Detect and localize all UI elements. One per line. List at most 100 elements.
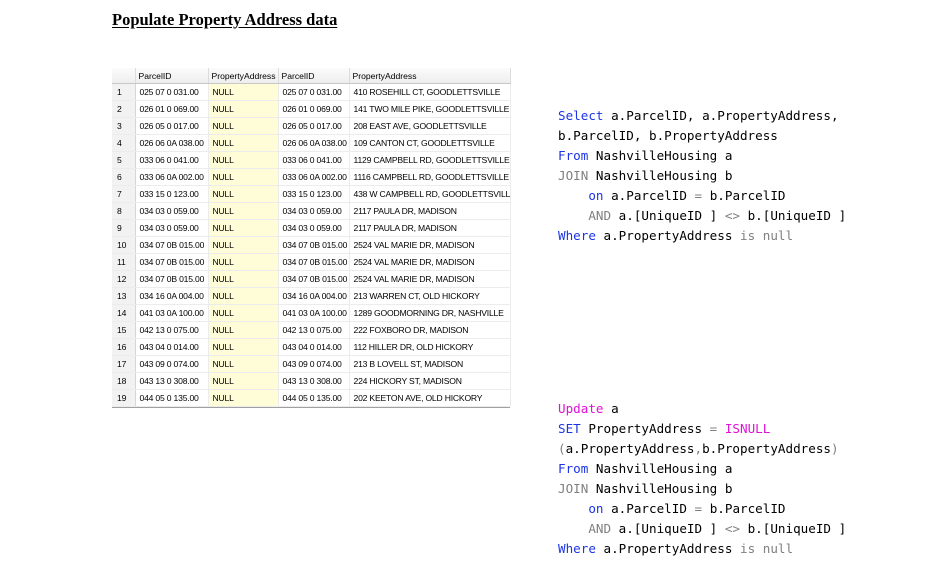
table-row[interactable]: 19 044 05 0 135.00 NULL 044 05 0 135.00 202 … bbox=[112, 389, 511, 407]
parcelid-a-cell[interactable]: 041 03 0A 100.00 bbox=[135, 304, 209, 322]
propertyaddress-a-cell[interactable]: NULL bbox=[208, 100, 279, 118]
table-row[interactable]: 13 034 16 0A 004.00 NULL 034 16 0A 004.00 21… bbox=[112, 287, 511, 305]
parcelid-b-cell[interactable]: 025 07 0 031.00 bbox=[278, 83, 350, 101]
row-number-cell[interactable]: 13 bbox=[112, 287, 136, 305]
table-row[interactable]: 17 043 09 0 074.00 NULL 043 09 0 074.00 213 … bbox=[112, 355, 511, 373]
parcelid-a-cell[interactable]: 042 13 0 075.00 bbox=[135, 321, 209, 339]
propertyaddress-b-cell[interactable]: 213 WARREN CT, OLD HICKORY bbox=[349, 287, 511, 305]
propertyaddress-b-cell[interactable]: 208 EAST AVE, GOODLETTSVILLE bbox=[349, 117, 511, 135]
row-number-cell[interactable]: 16 bbox=[112, 338, 136, 356]
column-header-parcelid-a[interactable]: ParcelID bbox=[135, 68, 209, 84]
row-number-cell[interactable]: 12 bbox=[112, 270, 136, 288]
row-number-cell[interactable]: 15 bbox=[112, 321, 136, 339]
table-row[interactable]: 5 033 06 0 041.00 NULL 033 06 0 041.00 1129 … bbox=[112, 151, 511, 169]
propertyaddress-b-cell[interactable]: 224 HICKORY ST, MADISON bbox=[349, 372, 511, 390]
row-number-cell[interactable]: 5 bbox=[112, 151, 136, 169]
parcelid-a-cell[interactable]: 034 07 0B 015.00 bbox=[135, 270, 209, 288]
parcelid-a-cell[interactable]: 043 13 0 308.00 bbox=[135, 372, 209, 390]
parcelid-a-cell[interactable]: 033 06 0A 002.00 bbox=[135, 168, 209, 186]
propertyaddress-a-cell[interactable]: NULL bbox=[208, 202, 279, 220]
parcelid-b-cell[interactable]: 034 03 0 059.00 bbox=[278, 202, 350, 220]
parcelid-b-cell[interactable]: 034 07 0B 015.00 bbox=[278, 270, 350, 288]
row-number-cell[interactable]: 6 bbox=[112, 168, 136, 186]
parcelid-a-cell[interactable]: 026 05 0 017.00 bbox=[135, 117, 209, 135]
parcelid-a-cell[interactable]: 033 15 0 123.00 bbox=[135, 185, 209, 203]
propertyaddress-b-cell[interactable]: 410 ROSEHILL CT, GOODLETTSVILLE bbox=[349, 83, 511, 101]
table-row[interactable]: 7 033 15 0 123.00 NULL 033 15 0 123.00 438 W… bbox=[112, 185, 511, 203]
propertyaddress-a-cell[interactable]: NULL bbox=[208, 134, 279, 152]
row-number-cell[interactable]: 19 bbox=[112, 389, 136, 407]
propertyaddress-a-cell[interactable]: NULL bbox=[208, 338, 279, 356]
column-header-propertyaddress-a[interactable]: PropertyAddress bbox=[208, 68, 279, 84]
parcelid-b-cell[interactable]: 033 15 0 123.00 bbox=[278, 185, 350, 203]
propertyaddress-b-cell[interactable]: 2117 PAULA DR, MADISON bbox=[349, 202, 511, 220]
propertyaddress-b-cell[interactable]: 213 B LOVELL ST, MADISON bbox=[349, 355, 511, 373]
row-number-cell[interactable]: 3 bbox=[112, 117, 136, 135]
propertyaddress-b-cell[interactable]: 141 TWO MILE PIKE, GOODLETTSVILLE bbox=[349, 100, 511, 118]
parcelid-b-cell[interactable]: 044 05 0 135.00 bbox=[278, 389, 350, 407]
row-number-cell[interactable]: 9 bbox=[112, 219, 136, 237]
row-number-cell[interactable]: 7 bbox=[112, 185, 136, 203]
table-row[interactable]: 3 026 05 0 017.00 NULL 026 05 0 017.00 208 E… bbox=[112, 117, 511, 135]
propertyaddress-b-cell[interactable]: 1129 CAMPBELL RD, GOODLETTSVILLE bbox=[349, 151, 511, 169]
table-row[interactable]: 14 041 03 0A 100.00 NULL 041 03 0A 100.00 12… bbox=[112, 304, 511, 322]
propertyaddress-b-cell[interactable]: 202 KEETON AVE, OLD HICKORY bbox=[349, 389, 511, 407]
propertyaddress-a-cell[interactable]: NULL bbox=[208, 253, 279, 271]
propertyaddress-b-cell[interactable]: 109 CANTON CT, GOODLETTSVILLE bbox=[349, 134, 511, 152]
parcelid-b-cell[interactable]: 034 07 0B 015.00 bbox=[278, 253, 350, 271]
table-row[interactable]: 6 033 06 0A 002.00 NULL 033 06 0A 002.00 111… bbox=[112, 168, 511, 186]
column-header-parcelid-b[interactable]: ParcelID bbox=[278, 68, 350, 84]
propertyaddress-a-cell[interactable]: NULL bbox=[208, 389, 279, 407]
propertyaddress-a-cell[interactable]: NULL bbox=[208, 117, 279, 135]
parcelid-b-cell[interactable]: 043 04 0 014.00 bbox=[278, 338, 350, 356]
parcelid-b-cell[interactable]: 042 13 0 075.00 bbox=[278, 321, 350, 339]
parcelid-a-cell[interactable]: 043 09 0 074.00 bbox=[135, 355, 209, 373]
row-number-cell[interactable]: 2 bbox=[112, 100, 136, 118]
propertyaddress-a-cell[interactable]: NULL bbox=[208, 270, 279, 288]
propertyaddress-b-cell[interactable]: 2117 PAULA DR, MADISON bbox=[349, 219, 511, 237]
propertyaddress-b-cell[interactable]: 438 W CAMPBELL RD, GOODLETTSVILLE bbox=[349, 185, 511, 203]
table-row[interactable]: 18 043 13 0 308.00 NULL 043 13 0 308.00 224 … bbox=[112, 372, 511, 390]
parcelid-a-cell[interactable]: 026 01 0 069.00 bbox=[135, 100, 209, 118]
row-number-cell[interactable]: 11 bbox=[112, 253, 136, 271]
parcelid-b-cell[interactable]: 026 05 0 017.00 bbox=[278, 117, 350, 135]
propertyaddress-b-cell[interactable]: 112 HILLER DR, OLD HICKORY bbox=[349, 338, 511, 356]
table-row[interactable]: 4 026 06 0A 038.00 NULL 026 06 0A 038.00 109… bbox=[112, 134, 511, 152]
parcelid-b-cell[interactable]: 026 06 0A 038.00 bbox=[278, 134, 350, 152]
table-row[interactable]: 2 026 01 0 069.00 NULL 026 01 0 069.00 141 T… bbox=[112, 100, 511, 118]
column-header-propertyaddress-b[interactable]: PropertyAddress bbox=[349, 68, 511, 84]
parcelid-a-cell[interactable]: 034 07 0B 015.00 bbox=[135, 236, 209, 254]
propertyaddress-a-cell[interactable]: NULL bbox=[208, 355, 279, 373]
propertyaddress-b-cell[interactable]: 222 FOXBORO DR, MADISON bbox=[349, 321, 511, 339]
parcelid-a-cell[interactable]: 025 07 0 031.00 bbox=[135, 83, 209, 101]
parcelid-a-cell[interactable]: 034 07 0B 015.00 bbox=[135, 253, 209, 271]
parcelid-b-cell[interactable]: 026 01 0 069.00 bbox=[278, 100, 350, 118]
row-number-cell[interactable]: 17 bbox=[112, 355, 136, 373]
propertyaddress-b-cell[interactable]: 1116 CAMPBELL RD, GOODLETTSVILLE bbox=[349, 168, 511, 186]
table-row[interactable]: 1 025 07 0 031.00 NULL 025 07 0 031.00 410 R… bbox=[112, 83, 511, 101]
propertyaddress-a-cell[interactable]: NULL bbox=[208, 83, 279, 101]
parcelid-a-cell[interactable]: 034 03 0 059.00 bbox=[135, 202, 209, 220]
parcelid-b-cell[interactable]: 043 13 0 308.00 bbox=[278, 372, 350, 390]
propertyaddress-a-cell[interactable]: NULL bbox=[208, 151, 279, 169]
parcelid-a-cell[interactable]: 026 06 0A 038.00 bbox=[135, 134, 209, 152]
propertyaddress-a-cell[interactable]: NULL bbox=[208, 304, 279, 322]
row-number-cell[interactable]: 1 bbox=[112, 83, 136, 101]
table-row[interactable]: 12 034 07 0B 015.00 NULL 034 07 0B 015.00 25… bbox=[112, 270, 511, 288]
propertyaddress-a-cell[interactable]: NULL bbox=[208, 236, 279, 254]
propertyaddress-a-cell[interactable]: NULL bbox=[208, 168, 279, 186]
table-row[interactable]: 16 043 04 0 014.00 NULL 043 04 0 014.00 112 … bbox=[112, 338, 511, 356]
propertyaddress-a-cell[interactable]: NULL bbox=[208, 372, 279, 390]
propertyaddress-a-cell[interactable]: NULL bbox=[208, 287, 279, 305]
propertyaddress-a-cell[interactable]: NULL bbox=[208, 321, 279, 339]
row-number-cell[interactable]: 18 bbox=[112, 372, 136, 390]
parcelid-a-cell[interactable]: 034 03 0 059.00 bbox=[135, 219, 209, 237]
row-number-header[interactable] bbox=[112, 68, 136, 84]
table-row[interactable]: 10 034 07 0B 015.00 NULL 034 07 0B 015.00 25… bbox=[112, 236, 511, 254]
parcelid-b-cell[interactable]: 034 07 0B 015.00 bbox=[278, 236, 350, 254]
row-number-cell[interactable]: 14 bbox=[112, 304, 136, 322]
parcelid-b-cell[interactable]: 034 03 0 059.00 bbox=[278, 219, 350, 237]
table-row[interactable]: 11 034 07 0B 015.00 NULL 034 07 0B 015.00 25… bbox=[112, 253, 511, 271]
propertyaddress-b-cell[interactable]: 2524 VAL MARIE DR, MADISON bbox=[349, 236, 511, 254]
parcelid-b-cell[interactable]: 041 03 0A 100.00 bbox=[278, 304, 350, 322]
